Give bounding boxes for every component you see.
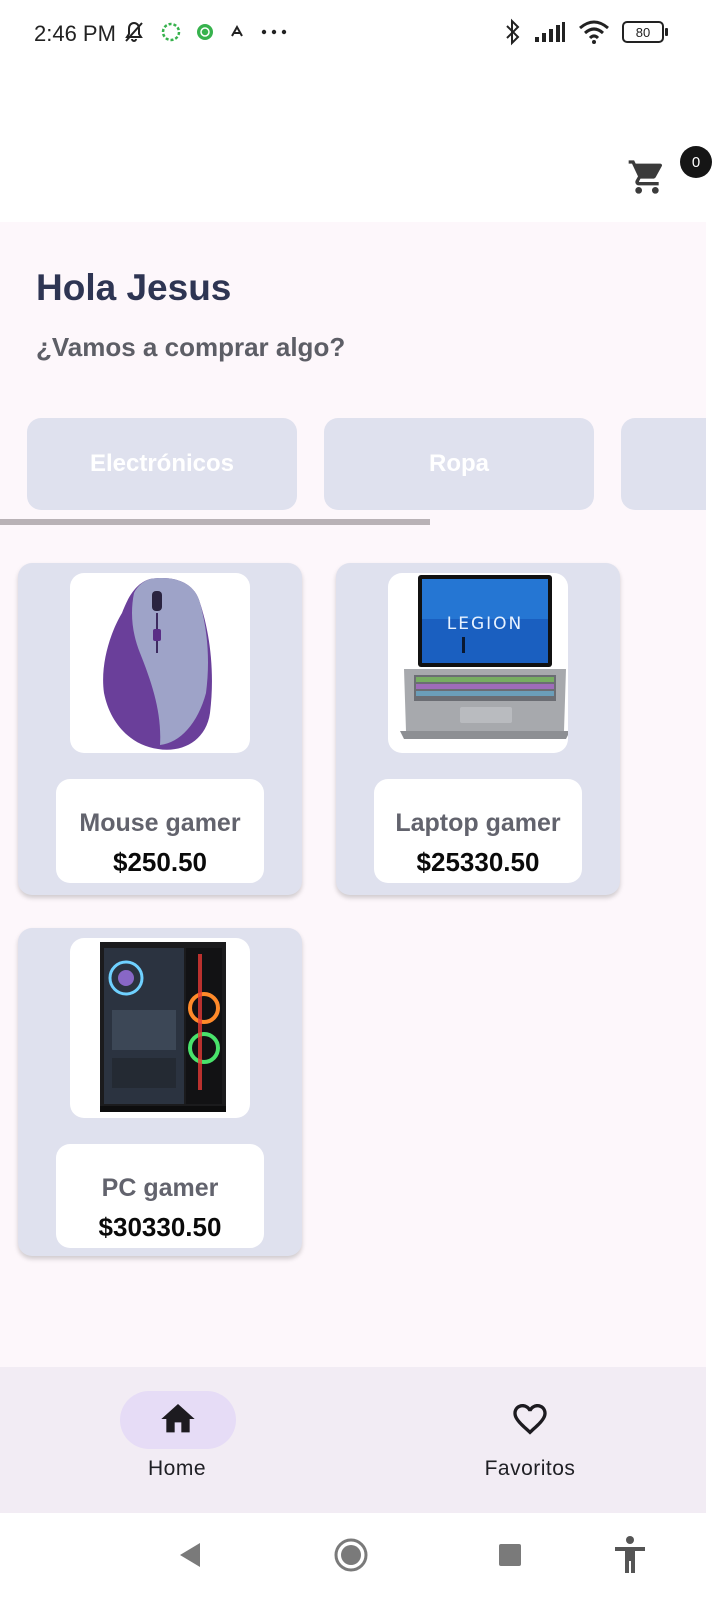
greeting-subtitle: ¿Vamos a comprar algo? <box>36 332 346 362</box>
horizontal-scroll-indicator[interactable] <box>0 519 430 525</box>
category-chip-electronicos[interactable]: Electrónicos <box>27 418 297 510</box>
recents-icon[interactable] <box>498 1543 522 1567</box>
sync-icon <box>231 24 243 37</box>
product-name: Mouse gamer <box>79 809 241 837</box>
laptop-image: LEGION <box>400 575 568 739</box>
category-chip-more[interactable] <box>621 418 706 510</box>
app-notification-icon <box>197 24 213 40</box>
system-navigation-bar <box>0 1513 720 1600</box>
cart-icon[interactable] <box>627 157 667 197</box>
more-dots-icon <box>261 29 287 35</box>
mouse-image <box>103 578 212 750</box>
product-name: Laptop gamer <box>395 809 561 837</box>
product-name: PC gamer <box>101 1174 219 1202</box>
category-chip-ropa[interactable]: Ropa <box>324 418 594 510</box>
product-card-laptop[interactable]: LEGION Laptop gamer $25330.50 <box>336 563 620 895</box>
product-image <box>70 573 250 753</box>
cart-count-badge: 0 <box>680 146 712 178</box>
home-icon[interactable] <box>158 1399 198 1439</box>
heart-icon[interactable] <box>510 1399 550 1439</box>
loading-ring-icon <box>161 22 181 42</box>
bell-off-icon <box>125 21 143 42</box>
category-chip-label: Electrónicos <box>89 450 235 477</box>
bluetooth-icon <box>506 18 520 46</box>
product-info: PC gamer $30330.50 <box>56 1144 264 1248</box>
pc-case-image <box>100 942 226 1112</box>
signal-icon <box>535 22 565 42</box>
status-bar: 2:46 PM 80 <box>0 0 720 70</box>
status-time: 2:46 PM <box>34 21 116 46</box>
product-info: Mouse gamer $250.50 <box>56 779 264 883</box>
nav-label-home[interactable]: Home <box>77 1457 277 1481</box>
status-icons-right: 80 <box>504 18 668 46</box>
nav-label-favoritos[interactable]: Favoritos <box>430 1457 630 1481</box>
product-card-pc[interactable]: PC gamer $30330.50 <box>18 928 302 1256</box>
product-price: $250.50 <box>113 847 207 877</box>
product-price: $30330.50 <box>98 1212 222 1242</box>
category-chips: Electrónicos Ropa <box>27 418 706 510</box>
greeting-title: Hola Jesus <box>36 267 232 308</box>
category-chip-label: Ropa <box>429 450 489 477</box>
battery-icon: 80 <box>622 21 668 43</box>
main-content: Hola Jesus ¿Vamos a comprar algo? Electr… <box>0 222 706 1367</box>
status-icons-left <box>122 20 288 44</box>
accessibility-icon[interactable] <box>612 1535 648 1575</box>
product-info: Laptop gamer $25330.50 <box>374 779 582 883</box>
top-app-bar <box>0 70 720 222</box>
home-circle-icon[interactable] <box>334 1538 368 1572</box>
svg-text:LEGION: LEGION <box>447 614 524 634</box>
product-card-mouse[interactable]: Mouse gamer $250.50 <box>18 563 302 895</box>
bottom-navigation: Home Favoritos <box>0 1367 706 1513</box>
wifi-icon <box>579 20 609 44</box>
product-price: $25330.50 <box>416 847 540 877</box>
battery-level: 80 <box>635 24 651 40</box>
back-icon[interactable] <box>176 1541 202 1569</box>
product-image: LEGION <box>388 573 568 753</box>
product-image <box>70 938 250 1118</box>
